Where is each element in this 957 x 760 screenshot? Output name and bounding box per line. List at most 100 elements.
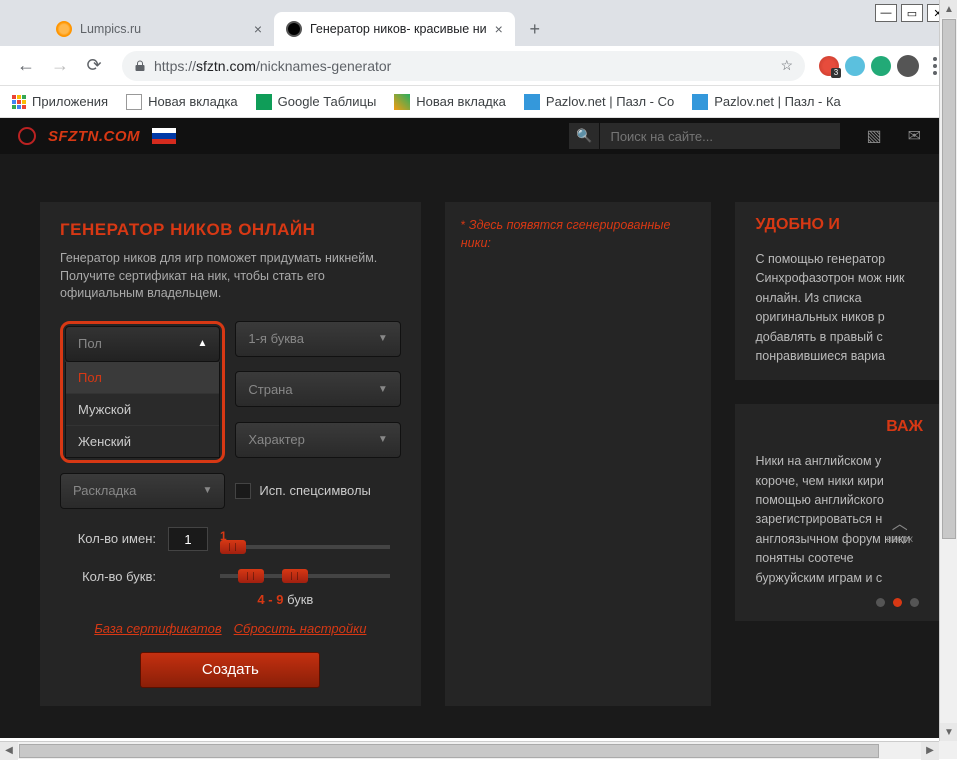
scroll-thumb[interactable]	[942, 19, 956, 539]
rss-icon[interactable]: ▧	[866, 126, 881, 146]
browser-tab-0[interactable]: Lumpics.ru ×	[44, 12, 274, 46]
window-maximize[interactable]: ▭	[901, 4, 923, 22]
toolbar: ← → ⟳ https://sfztn.com/nicknames-genera…	[0, 46, 957, 86]
tab-title: Генератор ников- красивые ни	[310, 22, 487, 36]
close-icon[interactable]: ×	[495, 21, 503, 37]
apps-button[interactable]: Приложения	[12, 94, 108, 109]
scroll-thumb[interactable]	[19, 744, 879, 758]
bookmark-star-icon[interactable]: ☆	[780, 57, 793, 74]
search-icon: 🔍	[576, 128, 592, 144]
sheets-icon	[256, 94, 272, 110]
side-title: УДОБНО И	[755, 216, 923, 234]
browser-tab-strip: Lumpics.ru × Генератор ников- красивые н…	[0, 0, 957, 46]
reset-link[interactable]: Сбросить настройки	[234, 621, 367, 636]
page-content: SFZTN.COM 🔍 ▧ ✉ ГЕНЕРАТОР НИКОВ ОНЛАЙН Г…	[0, 118, 939, 738]
page-icon	[126, 94, 142, 110]
apps-icon	[12, 95, 26, 109]
bookmark-item[interactable]: Google Таблицы	[256, 94, 377, 110]
generator-description: Генератор ников для игр поможет придумат…	[60, 250, 401, 303]
country-select[interactable]: Страна ▼	[235, 371, 400, 407]
scroll-to-top-button[interactable]: ︿ вверх	[886, 510, 913, 545]
puzzle-icon	[524, 94, 540, 110]
slider-handle[interactable]	[220, 540, 246, 554]
bookmark-item[interactable]: Pazlov.net | Пазл - Со	[524, 94, 674, 110]
scrollbar-corner	[939, 741, 957, 759]
window-minimize[interactable]: —	[875, 4, 897, 22]
special-chars-checkbox[interactable]	[235, 483, 251, 499]
vertical-scrollbar[interactable]: ▲ ▼	[939, 0, 957, 741]
gender-option-male[interactable]: Мужской	[66, 394, 219, 426]
create-button[interactable]: Создать	[140, 652, 320, 688]
output-placeholder-text: Здесь появятся сгенерированные ники:	[461, 218, 671, 250]
bookmarks-bar: Приложения Новая вкладка Google Таблицы …	[0, 86, 957, 118]
puzzle-icon	[692, 94, 708, 110]
logo-icon	[18, 127, 36, 145]
url-text: https://sfztn.com/nicknames-generator	[154, 58, 391, 74]
count-letters-label: Кол-во букв:	[60, 569, 156, 584]
search-button[interactable]: 🔍	[569, 123, 599, 149]
certificates-link[interactable]: База сертификатов	[94, 621, 221, 636]
generator-panel: ГЕНЕРАТОР НИКОВ ОНЛАЙН Генератор ников д…	[40, 202, 421, 706]
chevron-down-icon: ▼	[378, 434, 388, 445]
scroll-left-button[interactable]: ◀	[0, 742, 18, 760]
search-input[interactable]	[600, 123, 840, 149]
address-bar[interactable]: https://sfztn.com/nicknames-generator ☆	[122, 51, 805, 81]
special-chars-row: Исп. спецсимволы	[235, 473, 400, 509]
generator-title: ГЕНЕРАТОР НИКОВ ОНЛАЙН	[60, 220, 401, 240]
extension-icon[interactable]	[845, 56, 865, 76]
tab-title: Lumpics.ru	[80, 22, 141, 36]
gender-option-female[interactable]: Женский	[66, 426, 219, 457]
site-header: SFZTN.COM 🔍 ▧ ✉	[0, 118, 939, 154]
slider-handle-max[interactable]	[282, 569, 308, 583]
carousel-dot[interactable]	[876, 598, 885, 607]
side-panel-1: УДОБНО И С помощью генератор Синхрофазот…	[735, 202, 939, 380]
character-select[interactable]: Характер ▼	[235, 422, 400, 458]
favicon-icon	[56, 21, 72, 37]
page-icon	[394, 94, 410, 110]
scroll-up-button[interactable]: ▲	[940, 0, 957, 18]
carousel-dots	[755, 598, 923, 607]
bookmark-item[interactable]: Pazlov.net | Пазл - Ка	[692, 94, 841, 110]
letter-range-text: 4 - 9 букв	[60, 592, 401, 607]
count-letters-slider[interactable]	[220, 574, 390, 578]
close-icon[interactable]: ×	[254, 21, 262, 37]
side-text: С помощью генератор Синхрофазотрон мож н…	[755, 250, 923, 366]
extension-icon[interactable]	[871, 56, 891, 76]
bookmark-item[interactable]: Новая вкладка	[126, 94, 238, 110]
count-names-label: Кол-во имен:	[60, 531, 156, 546]
bookmark-item[interactable]: Новая вкладка	[394, 94, 506, 110]
scroll-right-button[interactable]: ▶	[921, 742, 939, 760]
flag-ru-icon[interactable]	[152, 128, 176, 144]
first-letter-select[interactable]: 1-я буква ▼	[235, 321, 400, 357]
scroll-down-button[interactable]: ▼	[940, 723, 957, 741]
lock-icon	[134, 60, 146, 72]
favicon-icon	[286, 21, 302, 37]
reload-button[interactable]: ⟳	[80, 52, 108, 80]
mail-icon[interactable]: ✉	[908, 126, 921, 146]
chevron-up-icon: ︿	[886, 510, 913, 534]
back-button[interactable]: ←	[12, 52, 40, 80]
gender-dropdown-open: Пол ▲ Пол Мужской Женский	[60, 321, 225, 463]
horizontal-scrollbar[interactable]: ◀ ▶	[0, 741, 939, 759]
carousel-dot[interactable]	[910, 598, 919, 607]
profile-avatar[interactable]	[897, 55, 919, 77]
gender-select[interactable]: Пол ▲	[65, 326, 220, 362]
chevron-down-icon: ▼	[378, 384, 388, 395]
gender-options: Пол Мужской Женский	[65, 362, 220, 458]
chevron-down-icon: ▼	[378, 333, 388, 344]
new-tab-button[interactable]: +	[521, 15, 549, 43]
count-names-slider[interactable]	[220, 545, 390, 549]
slider-handle-min[interactable]	[238, 569, 264, 583]
chevron-up-icon: ▲	[197, 338, 207, 349]
site-logo[interactable]: SFZTN.COM	[48, 128, 140, 145]
browser-tab-1[interactable]: Генератор ников- красивые ни ×	[274, 12, 515, 46]
chevron-down-icon: ▼	[202, 485, 212, 496]
carousel-dot[interactable]	[893, 598, 902, 607]
layout-select[interactable]: Раскладка ▼	[60, 473, 225, 509]
gender-option-none[interactable]: Пол	[66, 362, 219, 394]
special-chars-label: Исп. спецсимволы	[259, 483, 371, 498]
forward-button: →	[46, 52, 74, 80]
extension-icon[interactable]	[819, 56, 839, 76]
side-title: ВАЖ	[755, 418, 923, 436]
count-names-value[interactable]: 1	[168, 527, 208, 551]
